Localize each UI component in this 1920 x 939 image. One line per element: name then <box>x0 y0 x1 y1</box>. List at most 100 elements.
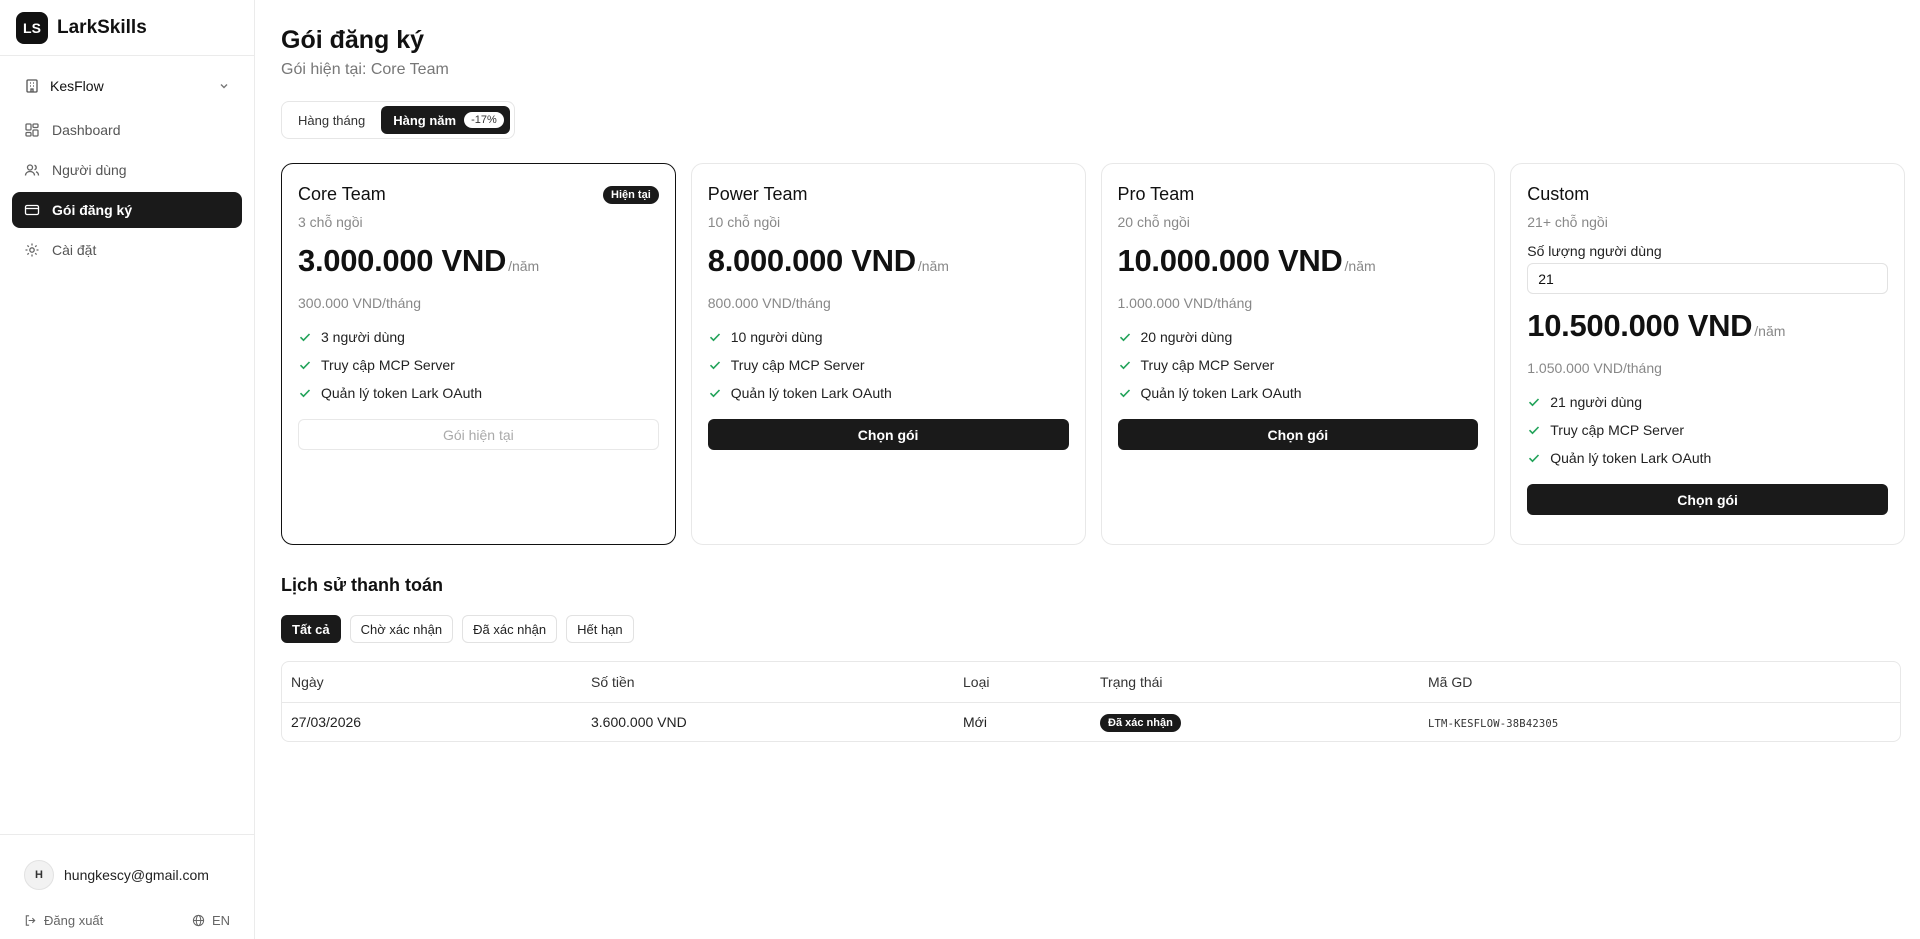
sidebar-item-settings[interactable]: Cài đặt <box>12 232 242 268</box>
gear-icon <box>25 243 39 257</box>
feature-label: 21 người dùng <box>1550 394 1642 410</box>
check-icon <box>1119 389 1130 398</box>
plan-name: Core Team <box>298 184 386 204</box>
feature-item: Quản lý token Lark OAuth <box>1118 379 1479 407</box>
price-unit: /năm <box>1754 323 1786 339</box>
feature-list: 21 người dùng Truy cập MCP Server Quản l… <box>1527 388 1888 472</box>
language-label: EN <box>211 912 230 928</box>
status-badge: Đã xác nhận <box>1100 713 1181 732</box>
sidebar-item-users[interactable]: Người dùng <box>12 152 242 188</box>
org-name: KesFlow <box>50 78 104 94</box>
filter-all[interactable]: Tất cả <box>281 615 341 643</box>
language-switcher[interactable]: EN <box>192 913 230 928</box>
cell-transaction-code: LTM-KESFLOW-38B42305 <box>1428 714 1900 730</box>
plan-name: Power Team <box>707 184 808 204</box>
plan-card-custom: Custom 21+ chỗ ngồi Số lượng người dùng … <box>1510 163 1905 545</box>
feature-label: Truy cập MCP Server <box>1140 357 1275 373</box>
sidebar-item-label: Gói đăng ký <box>52 202 133 218</box>
page-title: Gói đăng ký <box>281 26 425 54</box>
feature-item: Quản lý token Lark OAuth <box>1527 444 1888 472</box>
check-icon <box>709 389 720 398</box>
feature-label: Truy cập MCP Server <box>321 357 455 373</box>
toggle-yearly[interactable]: Hàng năm -17% <box>381 106 510 134</box>
feature-item: Truy cập MCP Server <box>708 351 1069 379</box>
column-header: Loại <box>963 674 990 690</box>
plan-seats: 3 chỗ ngồi <box>298 214 363 230</box>
plan-seats: 21+ chỗ ngồi <box>1527 214 1608 230</box>
feature-item: 3 người dùng <box>298 323 659 351</box>
brand[interactable]: LS LarkSkills <box>0 0 254 56</box>
cell-amount: 3.600.000 VND <box>591 714 687 730</box>
plan-card-power-team: Power Team 10 chỗ ngồi 8.000.000 VND /nă… <box>690 163 1086 545</box>
check-icon <box>1119 333 1130 342</box>
filter-pending[interactable]: Chờ xác nhận <box>349 615 454 643</box>
discount-badge: -17% <box>464 112 504 128</box>
main-content: Gói đăng ký Gói hiện tại: Core Team Hàng… <box>281 0 1905 742</box>
price-unit: /năm <box>508 258 540 274</box>
feature-label: Quản lý token Lark OAuth <box>730 385 892 401</box>
credit-card-icon <box>24 204 40 216</box>
check-icon <box>709 333 720 342</box>
plan-name: Pro Team <box>1117 184 1195 204</box>
user-quantity-input[interactable] <box>1527 263 1888 294</box>
feature-label: Quản lý token Lark OAuth <box>321 385 483 401</box>
feature-label: Quản lý token Lark OAuth <box>1140 385 1302 401</box>
feature-item: Truy cập MCP Server <box>298 351 659 379</box>
price-unit: /năm <box>917 258 949 274</box>
current-plan-button[interactable]: Gói hiện tại <box>298 419 659 450</box>
feature-list: 20 người dùng Truy cập MCP Server Quản l… <box>1118 323 1479 407</box>
avatar: H <box>24 860 54 890</box>
select-plan-button[interactable]: Chọn gói <box>1117 419 1479 450</box>
check-icon <box>299 389 311 398</box>
feature-label: Truy cập MCP Server <box>1550 422 1685 438</box>
check-icon <box>1529 398 1540 407</box>
grid-icon <box>25 123 39 137</box>
payment-history-table: Ngày Số tiền Loại Trạng thái Mã GD 27/03… <box>281 661 1901 742</box>
toggle-monthly-label: Hàng tháng <box>298 112 366 128</box>
org-switcher[interactable]: KesFlow <box>12 68 242 104</box>
feature-item: Truy cập MCP Server <box>1118 351 1479 379</box>
feature-label: 3 người dùng <box>321 329 405 345</box>
users-icon <box>24 164 40 176</box>
user-quantity-label: Số lượng người dùng <box>1527 243 1662 259</box>
table-header: Ngày Số tiền Loại Trạng thái Mã GD <box>282 662 1900 703</box>
logout-icon <box>25 914 36 926</box>
toggle-monthly[interactable]: Hàng tháng <box>286 106 377 134</box>
sidebar-item-label: Người dùng <box>52 162 127 178</box>
cell-type: Mới <box>963 714 987 730</box>
plan-price: 10.000.000 VND <box>1117 243 1343 278</box>
transaction-code: LTM-KESFLOW-38B42305 <box>1428 718 1559 730</box>
plan-price: 8.000.000 VND <box>707 243 916 278</box>
column-header: Trạng thái <box>1100 674 1163 690</box>
page-subtitle: Gói hiện tại: Core Team <box>281 61 449 78</box>
logout-button[interactable]: Đăng xuất <box>24 913 103 928</box>
plan-card-core-team: Core Team Hiện tại 3 chỗ ngồi 3.000.000 … <box>281 163 676 545</box>
plan-monthly-price: 1.000.000 VND/tháng <box>1117 295 1253 311</box>
user-email: hungkescy@gmail.com <box>64 867 209 883</box>
sidebar-footer: H hungkescy@gmail.com Đăng xuất EN <box>0 834 254 939</box>
feature-item: 10 người dùng <box>708 323 1069 351</box>
plan-price: 3.000.000 VND <box>298 243 507 278</box>
user-profile[interactable]: H hungkescy@gmail.com <box>0 845 254 905</box>
select-plan-button[interactable]: Chọn gói <box>707 419 1069 450</box>
feature-label: Quản lý token Lark OAuth <box>1550 450 1712 466</box>
select-plan-button[interactable]: Chọn gói <box>1527 484 1888 515</box>
plan-card-pro-team: Pro Team 20 chỗ ngồi 10.000.000 VND /năm… <box>1100 163 1496 545</box>
feature-item: Quản lý token Lark OAuth <box>298 379 659 407</box>
brand-name: LarkSkills <box>57 16 147 38</box>
sidebar: LS LarkSkills KesFlow Dashboard Người dù… <box>0 0 255 939</box>
sidebar-item-dashboard[interactable]: Dashboard <box>12 112 242 148</box>
plan-monthly-price: 300.000 VND/tháng <box>298 295 421 311</box>
sidebar-nav: Dashboard Người dùng Gói đăng ký Cài đặt <box>0 112 254 268</box>
sidebar-item-subscription[interactable]: Gói đăng ký <box>12 192 242 228</box>
check-icon <box>1529 454 1540 463</box>
filter-confirmed[interactable]: Đã xác nhận <box>462 615 558 643</box>
table-row: 27/03/2026 3.600.000 VND Mới Đã xác nhận… <box>282 703 1900 741</box>
brand-logo: LS <box>16 11 48 44</box>
sidebar-item-label: Dashboard <box>52 122 121 138</box>
feature-list: 10 người dùng Truy cập MCP Server Quản l… <box>708 323 1069 407</box>
column-header: Số tiền <box>591 674 635 690</box>
plan-cards: Core Team Hiện tại 3 chỗ ngồi 3.000.000 … <box>281 163 1905 545</box>
filter-expired[interactable]: Hết hạn <box>566 615 634 643</box>
logout-label: Đăng xuất <box>44 912 104 928</box>
